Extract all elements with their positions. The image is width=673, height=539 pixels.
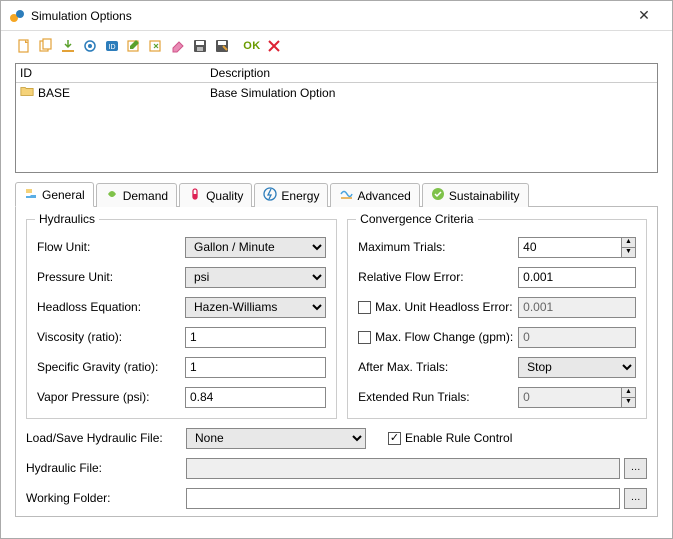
max-flowchange-label: Max. Flow Change (gpm): — [375, 330, 513, 344]
row-desc: Base Simulation Option — [206, 86, 657, 100]
flow-unit-select[interactable]: Gallon / Minute — [185, 237, 326, 258]
tab-panel-general: Hydraulics Flow Unit: Gallon / Minute Pr… — [15, 207, 658, 517]
max-trials-input[interactable] — [518, 237, 636, 258]
save-icon[interactable] — [191, 37, 209, 55]
ok-button[interactable]: OK — [243, 37, 261, 55]
max-trials-spinner[interactable]: ▲▼ — [621, 238, 635, 257]
after-max-label: After Max. Trials: — [358, 360, 518, 374]
copy-icon[interactable] — [37, 37, 55, 55]
gravity-label: Specific Gravity (ratio): — [37, 360, 185, 374]
rule-control-label: Enable Rule Control — [405, 431, 512, 445]
close-button[interactable]: ✕ — [624, 7, 664, 24]
header-desc[interactable]: Description — [206, 66, 657, 80]
settings-icon[interactable] — [81, 37, 99, 55]
tab-general[interactable]: General — [15, 182, 94, 207]
tab-label: Demand — [123, 189, 168, 203]
max-trials-label: Maximum Trials: — [358, 240, 518, 254]
tab-label: Quality — [206, 189, 243, 203]
tab-quality[interactable]: Quality — [179, 183, 252, 207]
hydraulics-legend: Hydraulics — [35, 212, 99, 226]
tab-advanced[interactable]: Advanced — [330, 183, 419, 207]
headloss-select[interactable]: Hazen-Williams — [185, 297, 326, 318]
max-headloss-label: Max. Unit Headloss Error: — [375, 300, 512, 314]
working-folder-browse-button[interactable]: … — [624, 488, 647, 509]
viscosity-input[interactable] — [185, 327, 326, 348]
hydraulic-file-browse-button[interactable]: … — [624, 458, 647, 479]
hydraulics-group: Hydraulics Flow Unit: Gallon / Minute Pr… — [26, 219, 337, 419]
ext-run-label: Extended Run Trials: — [358, 390, 518, 404]
tab-sustainability[interactable]: Sustainability — [422, 183, 529, 207]
hydraulic-file-input — [186, 458, 620, 479]
vapor-label: Vapor Pressure (psi): — [37, 390, 185, 404]
convergence-group: Convergence Criteria Maximum Trials: ▲▼ … — [347, 219, 647, 419]
hydraulic-file-label: Hydraulic File: — [26, 461, 186, 475]
svg-text:ID: ID — [109, 44, 116, 51]
import-icon[interactable] — [59, 37, 77, 55]
working-folder-label: Working Folder: — [26, 491, 186, 505]
max-flowchange-checkbox[interactable] — [358, 331, 371, 344]
loadsave-label: Load/Save Hydraulic File: — [26, 431, 186, 445]
toolbar: ID OK — [1, 31, 672, 59]
cancel-button[interactable] — [265, 37, 283, 55]
tab-demand[interactable]: Demand — [96, 183, 177, 207]
vapor-input[interactable] — [185, 387, 326, 408]
list-row[interactable]: BASE Base Simulation Option — [16, 83, 657, 102]
tab-label: Sustainability — [449, 189, 520, 203]
edit-icon[interactable] — [125, 37, 143, 55]
max-headloss-checkbox[interactable] — [358, 301, 371, 314]
tab-label: Energy — [281, 189, 319, 203]
general-icon — [24, 186, 38, 203]
erase-icon[interactable] — [169, 37, 187, 55]
headloss-label: Headloss Equation: — [37, 300, 185, 314]
quality-icon — [188, 187, 202, 204]
options-list: ID Description BASE Base Simulation Opti… — [15, 63, 658, 173]
tabs: General Demand Quality Energy Advanced S… — [15, 181, 658, 207]
rule-control-checkbox[interactable] — [388, 432, 401, 445]
max-headloss-input — [518, 297, 636, 318]
pressure-unit-label: Pressure Unit: — [37, 270, 185, 284]
app-icon — [9, 8, 25, 24]
flow-unit-label: Flow Unit: — [37, 240, 185, 254]
pressure-unit-select[interactable]: psi — [185, 267, 326, 288]
folder-icon — [20, 85, 34, 100]
tab-label: Advanced — [357, 189, 410, 203]
max-flowchange-input — [518, 327, 636, 348]
tab-energy[interactable]: Energy — [254, 183, 328, 207]
rel-flow-label: Relative Flow Error: — [358, 270, 518, 284]
tab-label: General — [42, 188, 85, 202]
id-icon[interactable]: ID — [103, 37, 121, 55]
energy-icon — [263, 187, 277, 204]
advanced-icon — [339, 187, 353, 204]
new-icon[interactable] — [15, 37, 33, 55]
after-max-select[interactable]: Stop — [518, 357, 636, 378]
demand-icon — [105, 187, 119, 204]
save-edit-icon[interactable] — [213, 37, 231, 55]
viscosity-label: Viscosity (ratio): — [37, 330, 185, 344]
window-title: Simulation Options — [31, 9, 624, 23]
edit2-icon[interactable] — [147, 37, 165, 55]
ext-run-spinner[interactable]: ▲▼ — [621, 388, 635, 407]
convergence-legend: Convergence Criteria — [356, 212, 477, 226]
titlebar: Simulation Options ✕ — [1, 1, 672, 31]
gravity-input[interactable] — [185, 357, 326, 378]
working-folder-input[interactable] — [186, 488, 620, 509]
header-id[interactable]: ID — [16, 66, 206, 80]
loadsave-select[interactable]: None — [186, 428, 366, 449]
list-header: ID Description — [16, 64, 657, 83]
ext-run-input — [518, 387, 636, 408]
rel-flow-input[interactable] — [518, 267, 636, 288]
row-id: BASE — [38, 86, 70, 100]
sustainability-icon — [431, 187, 445, 204]
